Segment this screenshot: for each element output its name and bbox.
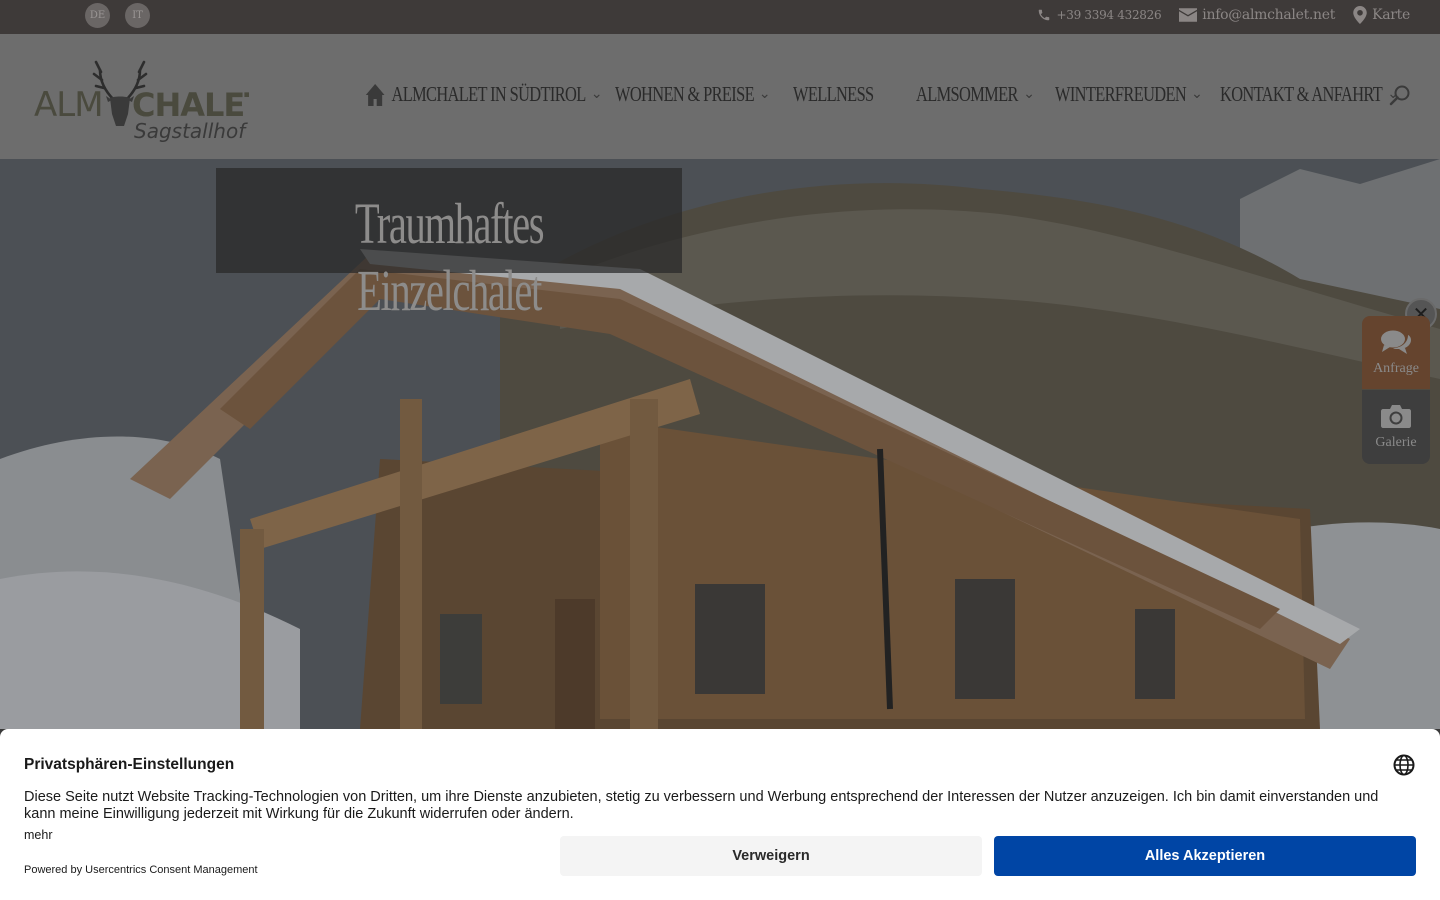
contact-info: +39 3394 432826 info@almchalet.net Karte (1037, 6, 1410, 24)
svg-text:Sagstallhof: Sagstallhof (134, 119, 248, 143)
chevron-down-icon: ⌄ (590, 87, 603, 102)
envelope-icon (1179, 8, 1198, 22)
home-icon (365, 83, 385, 106)
nav-label: ALMCHALET IN SÜDTIROL (391, 82, 587, 106)
nav-label: WOHNEN & PREISE (615, 82, 755, 106)
chevron-down-icon: ⌄ (758, 87, 771, 102)
search-icon[interactable] (1388, 84, 1412, 108)
phone-icon (1039, 9, 1050, 21)
nav-label: ALMSOMMER (916, 82, 1018, 106)
consent-text: Diese Seite nutzt Website Tracking-Techn… (24, 789, 1379, 822)
nav-item-wohnen-preise[interactable]: WOHNEN & PREISE ⌄ (615, 82, 771, 107)
map-pin-icon (1353, 6, 1367, 24)
chevron-down-icon: ⌄ (1191, 87, 1203, 102)
nav-item-almsommer[interactable]: ALMSOMMER ⌄ (916, 82, 1035, 107)
camera-icon (1381, 405, 1411, 428)
language-it-button[interactable]: IT (125, 3, 150, 28)
hero-title-box: Traumhaftes Einzelchalet (216, 168, 682, 323)
language-de-button[interactable]: DE (85, 3, 110, 28)
hero-banner: Traumhaftes Einzelchalet (0, 159, 1440, 729)
nav-item-winterfreuden[interactable]: WINTERFREUDEN ⌄ (1055, 82, 1203, 107)
hero-title: Traumhaftes Einzelchalet (354, 191, 545, 323)
consent-powered-by: Powered by Usercentrics Consent Manageme… (24, 864, 258, 876)
phone-link[interactable]: +39 3394 432826 (1037, 8, 1162, 22)
site-header: ALM CHALET Sagstallhof ALMCHALET IN SÜDT… (0, 34, 1440, 159)
galerie-button[interactable]: Galerie (1362, 390, 1430, 464)
map-text: Karte (1372, 7, 1410, 23)
anfrage-button[interactable]: Anfrage (1362, 316, 1430, 389)
email-text: info@almchalet.net (1202, 7, 1336, 23)
deny-button[interactable]: Verweigern (560, 836, 982, 876)
chevron-down-icon: ⌄ (1022, 87, 1035, 102)
consent-banner: Privatsphären-Einstellungen Diese Seite … (0, 729, 1440, 900)
anfrage-label: Anfrage (1373, 360, 1419, 376)
main-nav: ALMCHALET IN SÜDTIROL ⌄ WOHNEN & PREISE … (0, 82, 1440, 112)
nav-label: KONTAKT & ANFAHRT (1220, 82, 1383, 106)
nav-item-kontakt-anfahrt[interactable]: KONTAKT & ANFAHRT ⌄ (1220, 82, 1399, 107)
language-globe-icon[interactable] (1393, 754, 1415, 776)
top-bar: DE IT +39 3394 432826 info@almchalet.net… (0, 0, 1440, 34)
nav-item-almchalet[interactable]: ALMCHALET IN SÜDTIROL ⌄ (365, 82, 603, 107)
phone-text: +39 3394 432826 (1056, 8, 1162, 22)
email-link[interactable]: info@almchalet.net (1179, 7, 1335, 23)
nav-label: WELLNESS (793, 82, 874, 106)
nav-item-wellness[interactable]: WELLNESS (793, 82, 874, 107)
accept-all-button[interactable]: Alles Akzeptieren (994, 836, 1416, 876)
chat-bubbles-icon (1381, 330, 1411, 354)
map-link[interactable]: Karte (1353, 6, 1410, 24)
consent-title: Privatsphären-Einstellungen (24, 756, 235, 773)
galerie-label: Galerie (1375, 435, 1417, 450)
consent-more-link[interactable]: mehr (24, 828, 52, 842)
nav-label: WINTERFREUDEN (1055, 82, 1187, 106)
